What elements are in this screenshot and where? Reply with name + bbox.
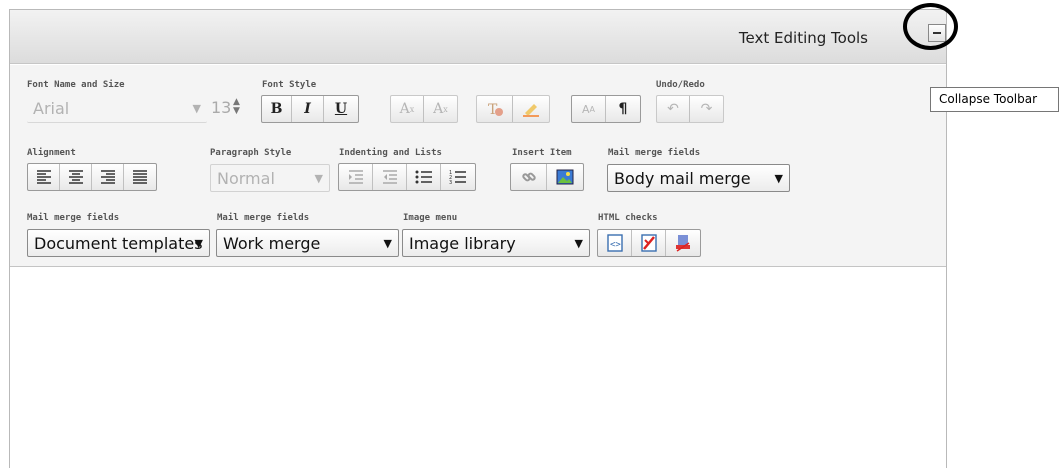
indenting-lists-label: Indenting and Lists (339, 148, 442, 158)
font-size-value: 13 (211, 98, 232, 117)
image-library-select[interactable]: Image library ▼ (402, 229, 590, 257)
paragraph-style-label: Paragraph Style (210, 148, 292, 158)
align-justify-icon[interactable] (124, 164, 156, 190)
mail-merge-label-2: Mail merge fields (27, 213, 120, 223)
svg-text:3: 3 (449, 180, 452, 185)
text-editor: Text Editing Tools Font Name and Size Ar… (9, 9, 947, 469)
collapse-toolbar-tooltip: Collapse Toolbar (930, 87, 1059, 112)
indent-list-group: 123 (338, 163, 476, 191)
underline-button[interactable]: U (324, 96, 358, 122)
font-name-select[interactable]: Arial ▼ (27, 95, 207, 123)
html-clean-icon[interactable] (666, 230, 700, 256)
undo-icon[interactable]: ↶ (657, 96, 690, 122)
alignment-group (27, 163, 157, 191)
editor-toolbar: Font Name and Size Arial ▼ 13 ▲ ▼ Font St… (10, 65, 946, 267)
font-name-size-label: Font Name and Size (27, 80, 125, 90)
indent-icon[interactable] (339, 164, 373, 190)
mail-merge-label-3: Mail merge fields (217, 213, 310, 223)
superscript-button[interactable]: Ax (424, 96, 457, 122)
editor-title-bar: Text Editing Tools (10, 10, 946, 64)
pilcrow-icon[interactable]: ¶ (606, 96, 640, 122)
text-tools-group: AA ¶ (571, 95, 641, 123)
chevron-down-icon: ▼ (774, 172, 783, 185)
image-icon[interactable] (547, 164, 583, 190)
insert-group (510, 163, 584, 191)
body-mail-merge-select[interactable]: Body mail merge ▼ (607, 164, 790, 192)
align-right-icon[interactable] (92, 164, 124, 190)
font-style-group: B I U (261, 95, 359, 123)
outdent-icon[interactable] (373, 164, 407, 190)
font-size-change-icon[interactable]: AA (572, 96, 606, 122)
editor-content-area[interactable] (10, 268, 946, 469)
paragraph-style-value: Normal (217, 168, 275, 188)
highlight-icon[interactable] (513, 96, 549, 122)
alignment-label: Alignment (27, 148, 76, 158)
undo-redo-label: Undo/Redo (656, 80, 705, 90)
bold-button[interactable]: B (262, 96, 292, 122)
redo-icon[interactable]: ↷ (690, 96, 723, 122)
mail-merge-label-1: Mail merge fields (608, 148, 701, 158)
link-icon[interactable] (511, 164, 547, 190)
work-merge-value: Work merge (223, 233, 321, 253)
html-source-icon[interactable]: <> (598, 230, 632, 256)
chevron-down-icon: ▼ (383, 237, 392, 250)
chevron-down-icon: ▼ (574, 237, 583, 250)
subscript-button[interactable]: Ax (391, 96, 424, 122)
document-templates-select[interactable]: Document templates ▼ (27, 229, 210, 257)
align-center-icon[interactable] (60, 164, 92, 190)
chevron-down-icon: ▼ (314, 172, 323, 185)
clear-format-icon[interactable]: T (477, 96, 513, 122)
stepper-arrows-icon: ▲ ▼ (233, 97, 240, 116)
bullet-list-icon[interactable] (407, 164, 441, 190)
numbered-list-icon[interactable]: 123 (441, 164, 475, 190)
undo-redo-group: ↶ ↷ (656, 95, 724, 123)
body-mail-merge-value: Body mail merge (614, 168, 751, 188)
align-left-icon[interactable] (28, 164, 60, 190)
editor-title: Text Editing Tools (738, 29, 868, 47)
image-menu-label: Image menu (403, 213, 458, 223)
work-merge-select[interactable]: Work merge ▼ (216, 229, 399, 257)
highlight-circle (903, 3, 958, 50)
html-checks-group: <> (597, 229, 701, 257)
chevron-down-icon: ▼ (192, 102, 201, 115)
image-library-value: Image library (409, 233, 516, 253)
chevron-down-icon: ▼ (194, 237, 203, 250)
format-group: T (476, 95, 550, 123)
html-checks-label: HTML checks (598, 213, 658, 223)
script-group: Ax Ax (390, 95, 458, 123)
document-templates-value: Document templates (34, 233, 203, 253)
insert-item-label: Insert Item (512, 148, 572, 158)
font-style-label: Font Style (262, 80, 317, 90)
html-validate-icon[interactable] (632, 230, 666, 256)
paragraph-style-select[interactable]: Normal ▼ (210, 164, 330, 192)
font-name-value: Arial (33, 99, 70, 118)
svg-text:<>: <> (610, 240, 621, 250)
italic-button[interactable]: I (292, 96, 324, 122)
font-size-stepper[interactable]: 13 ▲ ▼ (211, 98, 241, 122)
